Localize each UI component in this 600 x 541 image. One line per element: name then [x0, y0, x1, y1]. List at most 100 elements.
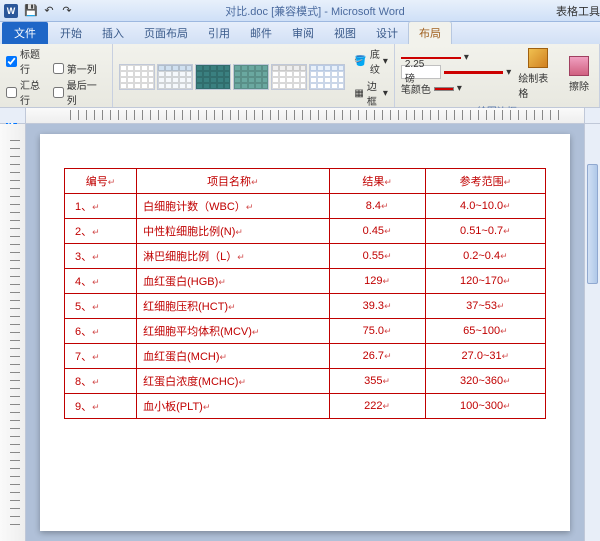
cell-item[interactable]: 红细胞压积(HCT)↵	[137, 294, 329, 319]
tab-pagelayout[interactable]: 页面布局	[134, 22, 198, 44]
group-table-style-options: 标题行 汇总行 镶边行 第一列 最后一列 镶边列 表格样式选项	[0, 44, 113, 107]
cell-number[interactable]: 8、↵	[65, 369, 137, 394]
tab-references[interactable]: 引用	[198, 22, 240, 44]
style-swatch[interactable]	[119, 64, 155, 90]
opt-last-col[interactable]: 最后一列	[53, 77, 107, 107]
page: 编号↵ 项目名称↵ 结果↵ 参考范围↵ 1、↵白细胞计数（WBC）↵8.4↵4.…	[40, 134, 570, 531]
tab-view[interactable]: 视图	[324, 22, 366, 44]
borders-dropdown[interactable]: ▦ 边框 ▾	[354, 78, 387, 108]
page-viewport[interactable]: 编号↵ 项目名称↵ 结果↵ 参考范围↵ 1、↵白细胞计数（WBC）↵8.4↵4.…	[26, 124, 584, 541]
pencil-icon	[528, 48, 548, 68]
opt-total-row[interactable]: 汇总行	[6, 77, 50, 107]
th-item: 项目名称↵	[137, 169, 329, 194]
opt-header-row[interactable]: 标题行	[6, 46, 50, 76]
cell-result[interactable]: 355↵	[329, 369, 425, 394]
horizontal-ruler[interactable]	[0, 108, 600, 124]
table-row[interactable]: 4、↵血红蛋白(HGB)↵129↵120~170↵	[65, 269, 546, 294]
cell-item[interactable]: 红细胞平均体积(MCV)↵	[137, 319, 329, 344]
context-tab-label: 表格工具	[556, 3, 600, 19]
cell-item[interactable]: 血红蛋白(MCH)↵	[137, 344, 329, 369]
redo-icon[interactable]: ↷	[60, 4, 74, 18]
cell-range[interactable]: 320~360↵	[425, 369, 545, 394]
tab-home[interactable]: 开始	[50, 22, 92, 44]
cell-number[interactable]: 1、↵	[65, 194, 137, 219]
save-icon[interactable]: 💾	[24, 4, 38, 18]
table-row[interactable]: 5、↵红细胞压积(HCT)↵39.3↵37~53↵	[65, 294, 546, 319]
cell-range[interactable]: 37~53↵	[425, 294, 545, 319]
cell-result[interactable]: 8.4↵	[329, 194, 425, 219]
undo-icon[interactable]: ↶	[42, 4, 56, 18]
eraser-button[interactable]: 擦除	[565, 54, 593, 95]
vertical-ruler[interactable]	[0, 124, 26, 541]
cell-number[interactable]: 4、↵	[65, 269, 137, 294]
group-table-styles: 🪣 底纹 ▾ ▦ 边框 ▾ 表格样式	[113, 44, 394, 107]
app-icon: W	[4, 4, 18, 18]
cell-range[interactable]: 0.2~0.4↵	[425, 244, 545, 269]
cell-item[interactable]: 中性粒细胞比例(N)↵	[137, 219, 329, 244]
cell-item[interactable]: 白细胞计数（WBC）↵	[137, 194, 329, 219]
ribbon-tabs: 文件 开始 插入 页面布局 引用 邮件 审阅 视图 设计 布局	[0, 22, 600, 44]
cell-result[interactable]: 39.3↵	[329, 294, 425, 319]
cell-result[interactable]: 75.0↵	[329, 319, 425, 344]
style-gallery[interactable]	[119, 64, 345, 90]
tab-insert[interactable]: 插入	[92, 22, 134, 44]
table-row[interactable]: 7、↵血红蛋白(MCH)↵26.7↵27.0~31↵	[65, 344, 546, 369]
cell-number[interactable]: 6、↵	[65, 319, 137, 344]
cell-item[interactable]: 血红蛋白(HGB)↵	[137, 269, 329, 294]
table-row[interactable]: 2、↵中性粒细胞比例(N)↵0.45↵0.51~0.7↵	[65, 219, 546, 244]
cell-result[interactable]: 0.55↵	[329, 244, 425, 269]
table-row[interactable]: 3、↵淋巴细胞比例（L）↵0.55↵0.2~0.4↵	[65, 244, 546, 269]
scrollbar-thumb[interactable]	[587, 164, 598, 284]
opt-first-col[interactable]: 第一列	[53, 61, 107, 76]
table-row[interactable]: 9、↵血小板(PLT)↵222↵100~300↵	[65, 394, 546, 419]
cell-range[interactable]: 0.51~0.7↵	[425, 219, 545, 244]
cell-item[interactable]: 红蛋白浓度(MCHC)↵	[137, 369, 329, 394]
table-row[interactable]: 1、↵白细胞计数（WBC）↵8.4↵4.0~10.0↵	[65, 194, 546, 219]
cell-range[interactable]: 27.0~31↵	[425, 344, 545, 369]
style-swatch[interactable]	[195, 64, 231, 90]
cell-range[interactable]: 65~100↵	[425, 319, 545, 344]
cell-result[interactable]: 222↵	[329, 394, 425, 419]
table-row[interactable]: 8、↵红蛋白浓度(MCHC)↵355↵320~360↵	[65, 369, 546, 394]
tab-design[interactable]: 设计	[366, 22, 408, 44]
cell-number[interactable]: 7、↵	[65, 344, 137, 369]
cell-number[interactable]: 9、↵	[65, 394, 137, 419]
cell-result[interactable]: 129↵	[329, 269, 425, 294]
cell-item[interactable]: 淋巴细胞比例（L）↵	[137, 244, 329, 269]
tab-layout[interactable]: 布局	[408, 21, 452, 44]
tab-review[interactable]: 审阅	[282, 22, 324, 44]
vertical-scrollbar[interactable]	[584, 124, 600, 541]
shading-dropdown[interactable]: 🪣 底纹 ▾	[354, 46, 387, 76]
draw-table-button[interactable]: 绘制表格	[514, 46, 562, 102]
th-number: 编号↵	[65, 169, 137, 194]
cell-number[interactable]: 2、↵	[65, 219, 137, 244]
data-table[interactable]: 编号↵ 项目名称↵ 结果↵ 参考范围↵ 1、↵白细胞计数（WBC）↵8.4↵4.…	[64, 168, 546, 419]
style-swatch[interactable]	[233, 64, 269, 90]
table-row[interactable]: 6、↵红细胞平均体积(MCV)↵75.0↵65~100↵	[65, 319, 546, 344]
cell-range[interactable]: 120~170↵	[425, 269, 545, 294]
window-title: 对比.doc [兼容模式] - Microsoft Word	[74, 3, 556, 19]
table-header-row[interactable]: 编号↵ 项目名称↵ 结果↵ 参考范围↵	[65, 169, 546, 194]
cell-item[interactable]: 血小板(PLT)↵	[137, 394, 329, 419]
cell-result[interactable]: 0.45↵	[329, 219, 425, 244]
document-area: 编号↵ 项目名称↵ 结果↵ 参考范围↵ 1、↵白细胞计数（WBC）↵8.4↵4.…	[0, 124, 600, 541]
th-range: 参考范围↵	[425, 169, 545, 194]
cell-range[interactable]: 100~300↵	[425, 394, 545, 419]
tab-file[interactable]: 文件	[2, 22, 48, 44]
th-result: 结果↵	[329, 169, 425, 194]
quick-access-toolbar: 💾 ↶ ↷	[24, 4, 74, 18]
line-weight-dropdown[interactable]: 2.25 磅 ▾	[401, 65, 511, 79]
cell-number[interactable]: 5、↵	[65, 294, 137, 319]
ribbon: 标题行 汇总行 镶边行 第一列 最后一列 镶边列 表格样式选项	[0, 44, 600, 108]
tab-mailings[interactable]: 邮件	[240, 22, 282, 44]
pen-color-dropdown[interactable]: 笔颜色 ▾	[401, 81, 511, 96]
style-swatch[interactable]	[157, 64, 193, 90]
cell-range[interactable]: 4.0~10.0↵	[425, 194, 545, 219]
cell-number[interactable]: 3、↵	[65, 244, 137, 269]
group-draw-borders: ▾ 2.25 磅 ▾ 笔颜色 ▾ 绘制表格 擦除 绘图边框	[395, 44, 600, 107]
cell-result[interactable]: 26.7↵	[329, 344, 425, 369]
eraser-icon	[569, 56, 589, 76]
title-bar: W 💾 ↶ ↷ 对比.doc [兼容模式] - Microsoft Word 表…	[0, 0, 600, 22]
style-swatch[interactable]	[309, 64, 345, 90]
style-swatch[interactable]	[271, 64, 307, 90]
